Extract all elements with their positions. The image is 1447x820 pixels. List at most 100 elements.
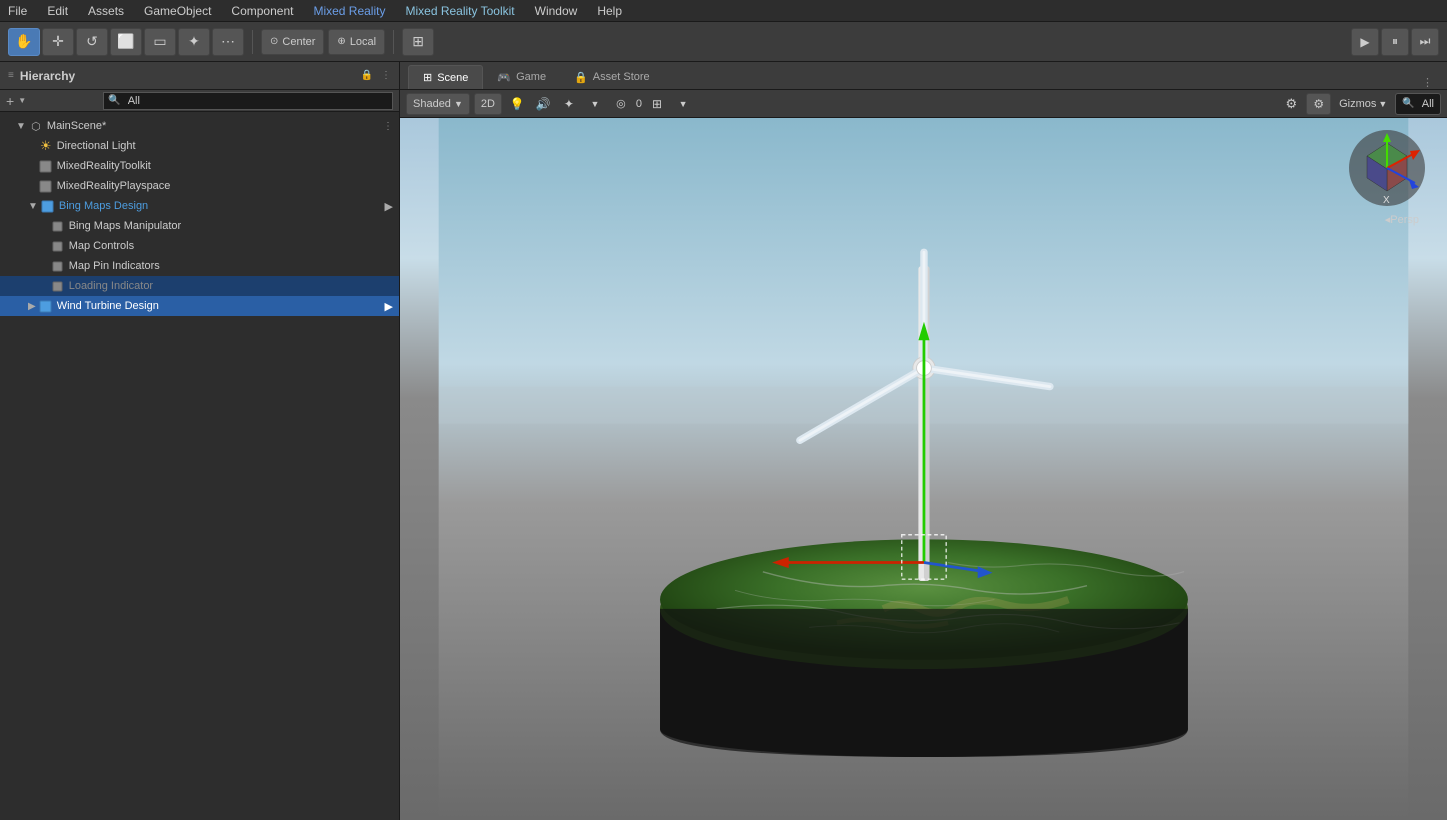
step-button[interactable]: ⏭ [1411, 28, 1439, 56]
menu-file[interactable]: File [4, 4, 31, 18]
tree-item-map-pin-indicators[interactable]: ▶ Map Pin Indicators [0, 256, 399, 276]
shaded-label: Shaded [413, 98, 451, 110]
hand-tool-button[interactable]: ✋ [8, 28, 40, 56]
cube-icon-bmm [50, 218, 66, 234]
tree-label-li: Loading Indicator [69, 280, 153, 292]
hierarchy-menu-icon: ≡ [8, 70, 14, 81]
orientation-gizmo[interactable]: X [1347, 128, 1427, 208]
tree-item-map-controls[interactable]: ▶ Map Controls [0, 236, 399, 256]
menu-gameobject[interactable]: GameObject [140, 4, 215, 18]
arrow-right-wtd[interactable]: ▶ [385, 300, 393, 313]
tree-label-directional-light: Directional Light [57, 140, 136, 152]
arrow-right-bmd[interactable]: ▶ [385, 200, 393, 213]
transform-tool-button[interactable]: ✦ [178, 28, 210, 56]
center-button[interactable]: ⊙ Center [261, 29, 324, 55]
fx-dropdown[interactable]: ▼ [584, 93, 606, 115]
gizmos-label: Gizmos [1339, 98, 1376, 110]
play-button[interactable]: ▶ [1351, 28, 1379, 56]
hierarchy-more-icon[interactable]: ⋮ [381, 70, 391, 81]
scene-grid-icon: ⊞ [423, 71, 432, 84]
cube-icon-bmd [40, 198, 56, 214]
menu-component[interactable]: Component [227, 4, 297, 18]
2d-button[interactable]: 2D [474, 93, 502, 115]
menu-assets[interactable]: Assets [84, 4, 128, 18]
search-gizmos-label: All [1422, 98, 1434, 110]
rotate-tool-button[interactable]: ↺ [76, 28, 108, 56]
tab-asset-store[interactable]: 🔒 Asset Store [560, 65, 664, 89]
grid-button[interactable]: ⊞ [402, 28, 434, 56]
menu-mixed-reality-toolkit[interactable]: Mixed Reality Toolkit [401, 4, 518, 18]
main-toolbar: ✋ ✛ ↺ ⬜ ▭ ✦ ⋯ ⊙ Center ⊕ Local ⊞ ▶ ⏸ ⏭ [0, 22, 1447, 62]
hierarchy-title: Hierarchy [20, 69, 75, 83]
gizmos-arrow: ▼ [1378, 99, 1387, 109]
scene-toolbar: Shaded ▼ 2D 💡 🔊 ✦ ▼ ◎ 0 ⊞ ▼ ⚙ ⚙ Gizmos ▼ [400, 90, 1447, 118]
tree-item-mixed-reality-toolkit[interactable]: ▶ MixedRealityToolkit [0, 156, 399, 176]
search-icon: 🔍 [108, 95, 120, 106]
audio-toggle[interactable]: 🔊 [532, 93, 554, 115]
menu-bar: File Edit Assets GameObject Component Mi… [0, 0, 1447, 22]
move-tool-button[interactable]: ✛ [42, 28, 74, 56]
render-mode-dropdown[interactable]: ⚙ [1306, 93, 1331, 115]
cube-icon-wtd [38, 298, 54, 314]
tree-item-bing-maps-design[interactable]: ▼ Bing Maps Design ▶ [0, 196, 399, 216]
layers-dropdown[interactable]: ▼ [672, 93, 694, 115]
expand-arrow-bmd: ▼ [28, 201, 38, 212]
tree-label-wtd: Wind Turbine Design [57, 300, 159, 312]
tab-scene[interactable]: ⊞ Scene [408, 65, 483, 89]
tab-game[interactable]: 🎮 Game [483, 65, 560, 89]
settings-icon[interactable]: ⚙ [1280, 93, 1302, 115]
layers-grid[interactable]: ⊞ [646, 93, 668, 115]
tab-game-label: Game [516, 71, 546, 83]
scene-icon: ⬡ [28, 118, 44, 134]
scene-tabs: ⊞ Scene 🎮 Game 🔒 Asset Store ⋮ [400, 62, 1447, 90]
menu-mixed-reality[interactable]: Mixed Reality [309, 4, 389, 18]
cube-icon-mrt [38, 158, 54, 174]
expand-arrow-wtd: ▶ [28, 301, 36, 312]
tree-item-directional-light[interactable]: ▶ ☀ Directional Light [0, 136, 399, 156]
shaded-dropdown[interactable]: Shaded ▼ [406, 93, 470, 115]
hierarchy-lock-icon[interactable]: 🔒 [361, 70, 373, 81]
tree-item-loading-indicator[interactable]: ▶ Loading Indicator [0, 276, 399, 296]
expand-arrow-main-scene: ▼ [16, 121, 26, 132]
tab-asset-store-label: Asset Store [593, 71, 650, 83]
add-icon[interactable]: + [6, 93, 14, 109]
tree-item-mr-playspace[interactable]: ▶ MixedRealityPlayspace [0, 176, 399, 196]
scene-panel: ⊞ Scene 🎮 Game 🔒 Asset Store ⋮ Shaded ▼ … [400, 62, 1447, 820]
scale-tool-button[interactable]: ⬜ [110, 28, 142, 56]
tree-label-bmm: Bing Maps Manipulator [69, 220, 182, 232]
cube-icon-mc [50, 238, 66, 254]
local-button[interactable]: ⊕ Local [328, 29, 385, 55]
fx-toggle[interactable]: ✦ [558, 93, 580, 115]
tree-label-mc: Map Controls [69, 240, 134, 252]
tree-label-mrp: MixedRealityPlayspace [57, 180, 171, 192]
hierarchy-panel: ≡ Hierarchy 🔒 ⋮ + ▼ 🔍 ▼ ⬡ MainScene* [0, 62, 400, 820]
lighting-toggle[interactable]: 💡 [506, 93, 528, 115]
menu-help[interactable]: Help [593, 4, 626, 18]
tab-scene-label: Scene [437, 72, 468, 84]
tree-item-main-scene[interactable]: ▼ ⬡ MainScene* ⋮ [0, 116, 399, 136]
tree-item-bing-maps-manipulator[interactable]: ▶ Bing Maps Manipulator [0, 216, 399, 236]
gizmos-dropdown[interactable]: Gizmos ▼ [1335, 93, 1391, 115]
tree-label-mpi: Map Pin Indicators [69, 260, 160, 272]
tabs-more-button[interactable]: ⋮ [1416, 76, 1439, 89]
custom-tool-button[interactable]: ⋯ [212, 28, 244, 56]
2d-label: 2D [481, 98, 495, 110]
hierarchy-search-bar: + ▼ 🔍 [0, 90, 399, 112]
search-gizmos-icon: 🔍 [1402, 98, 1414, 109]
cube-icon-li [50, 278, 66, 294]
pause-button[interactable]: ⏸ [1381, 28, 1409, 56]
light-icon: ☀ [38, 138, 54, 154]
hierarchy-search-input[interactable] [124, 94, 388, 108]
main-layout: ≡ Hierarchy 🔒 ⋮ + ▼ 🔍 ▼ ⬡ MainScene* [0, 62, 1447, 820]
menu-window[interactable]: Window [531, 4, 582, 18]
tree-label-main-scene: MainScene* [47, 120, 106, 132]
turbine-scene [400, 118, 1447, 820]
play-controls: ▶ ⏸ ⏭ [1351, 28, 1439, 56]
separator-1 [252, 30, 253, 54]
rect-tool-button[interactable]: ▭ [144, 28, 176, 56]
dropdown-arrow[interactable]: ▼ [18, 96, 26, 105]
scene-viewport[interactable]: X ◂Persp [400, 118, 1447, 820]
menu-edit[interactable]: Edit [43, 4, 72, 18]
tree-item-wind-turbine-design[interactable]: ▶ Wind Turbine Design ▶ [0, 296, 399, 316]
tree-more-main-scene[interactable]: ⋮ [383, 121, 393, 132]
